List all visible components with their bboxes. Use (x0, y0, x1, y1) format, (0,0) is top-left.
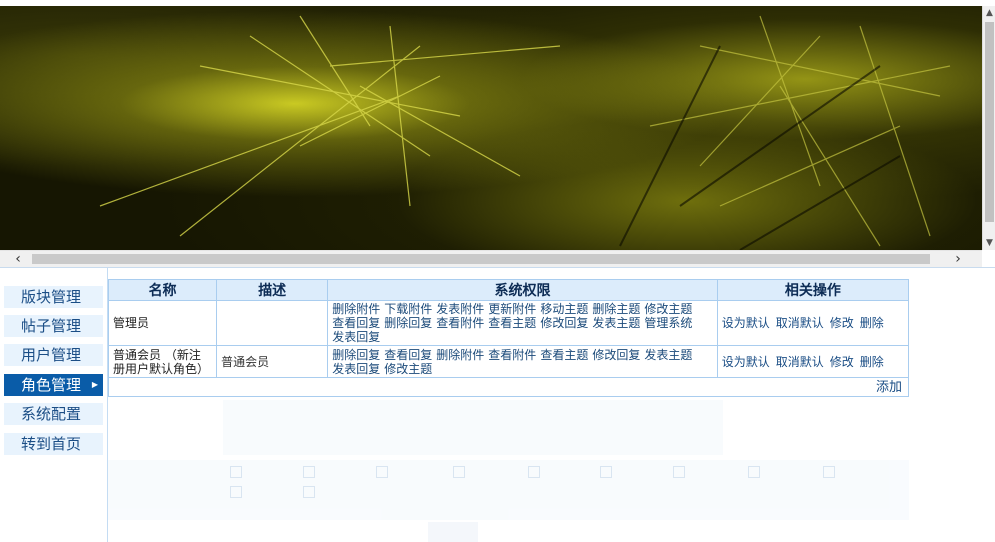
permission-item: 查看附件 (488, 347, 537, 362)
permission-item: 修改回复 (592, 347, 641, 362)
role-name: 管理员 (107, 300, 218, 346)
banner-image (0, 6, 982, 250)
sidebar-item-label: 角色管理 (21, 376, 82, 394)
caret-right-icon: ▶ (91, 380, 98, 389)
table-header-row: 名称 描述 系统权限 相关操作 (107, 279, 910, 301)
permission-item: 更新附件 (488, 302, 537, 316)
scroll-left-icon[interactable]: ‹ (8, 251, 28, 267)
permission-item: 修改主题 (644, 302, 693, 316)
edit-link[interactable]: 修改 (830, 355, 854, 369)
scroll-right-icon[interactable]: › (948, 251, 968, 267)
sidebar-item-go-home[interactable]: 转到首页 (4, 433, 103, 455)
permission-item: 修改回复 (540, 316, 589, 330)
role-actions: 设为默认 取消默认 修改 删除 (716, 300, 910, 346)
banner-vertical-scrollbar[interactable]: ▲ ▼ (982, 6, 995, 250)
delete-link[interactable]: 删除 (860, 316, 884, 330)
table-row: 普通会员 （新注册用户默认角色） 普通会员 删除回复 查看回复 删除附件 查看附件 查看… (107, 345, 910, 378)
permission-item: 删除回复 (384, 316, 433, 330)
role-permissions: 删除附件 下载附件 发表附件 更新附件 移动主题 删除主题 修改主题查看回复 删除回复 查看附件… (327, 300, 718, 346)
permission-item: 下载附件 (384, 302, 433, 316)
role-actions: 设为默认 取消默认 修改 删除 (716, 345, 910, 378)
scroll-up-icon[interactable]: ▲ (983, 6, 995, 20)
role-description: 普通会员 (216, 345, 329, 378)
banner-frame-area: ▲ ▼ ‹ › (0, 0, 995, 268)
role-description (216, 300, 329, 346)
permission-item: 删除附件 (436, 347, 485, 362)
delete-link[interactable]: 删除 (860, 355, 884, 369)
permission-item: 发表附件 (436, 302, 485, 316)
scrollbar-thumb[interactable] (32, 254, 930, 264)
scroll-down-icon[interactable]: ▼ (983, 236, 995, 250)
sidebar-item-board-management[interactable]: 版块管理 (4, 286, 103, 308)
permission-item: 删除回复 (332, 347, 381, 362)
column-header-name: 名称 (107, 279, 218, 301)
edit-link[interactable]: 修改 (830, 316, 854, 330)
permission-item: 查看回复 (384, 347, 433, 362)
permission-item: 发表主题 (644, 347, 693, 362)
role-table: 名称 描述 系统权限 相关操作 管理员 删除附件 下载附件 发表附件 更新附件 移动主题… (107, 279, 910, 397)
permission-item: 管理系统 (644, 316, 693, 330)
permission-item: 删除主题 (592, 302, 641, 316)
role-name: 普通会员 （新注册用户默认角色） (107, 345, 218, 378)
scrollbar-thumb[interactable] (985, 22, 994, 222)
add-cell: 添加 (108, 377, 909, 397)
column-header-description: 描述 (216, 279, 329, 301)
column-header-actions: 相关操作 (716, 279, 910, 301)
permission-item: 发表主题 (592, 316, 641, 330)
sidebar-item-user-management[interactable]: 用户管理 (4, 344, 103, 366)
permission-item: 移动主题 (540, 302, 589, 316)
permission-item: 查看主题 (488, 316, 537, 330)
sidebar: 版块管理 帖子管理 用户管理 角色管理 ▶ 系统配置 转到首页 (0, 268, 108, 542)
column-header-permissions: 系统权限 (327, 279, 718, 301)
permission-item: 查看主题 (540, 347, 589, 362)
sidebar-item-post-management[interactable]: 帖子管理 (4, 315, 103, 337)
permission-item: 修改主题 (384, 361, 433, 376)
sidebar-item-system-config[interactable]: 系统配置 (4, 403, 103, 425)
set-default-link[interactable]: 设为默认 (722, 355, 770, 369)
permission-item: 查看回复 (332, 316, 381, 330)
cancel-default-link[interactable]: 取消默认 (776, 316, 824, 330)
banner-texture (99, 15, 951, 250)
permission-item: 查看附件 (436, 316, 485, 330)
table-row: 管理员 删除附件 下载附件 发表附件 更新附件 移动主题 删除主题 修改主题查看回复 删除回复… (107, 300, 910, 346)
permission-item: 删除附件 (332, 302, 381, 316)
cancel-default-link[interactable]: 取消默认 (776, 355, 824, 369)
banner-horizontal-scrollbar[interactable]: ‹ › (0, 250, 982, 267)
main-content: 名称 描述 系统权限 相关操作 管理员 删除附件 下载附件 发表附件 更新附件 移动主题… (107, 268, 995, 542)
permission-item: 发表回复 (332, 330, 381, 344)
faded-background-form (108, 400, 909, 542)
add-role-link[interactable]: 添加 (876, 380, 904, 395)
sidebar-item-role-management[interactable]: 角色管理 ▶ (4, 374, 103, 396)
table-footer-row: 添加 (108, 377, 909, 397)
set-default-link[interactable]: 设为默认 (722, 316, 770, 330)
permission-item: 发表回复 (332, 361, 381, 376)
role-permissions: 删除回复 查看回复 删除附件 查看附件 查看主题 修改回复 发表主题发表回复 修改主题 (327, 345, 718, 378)
